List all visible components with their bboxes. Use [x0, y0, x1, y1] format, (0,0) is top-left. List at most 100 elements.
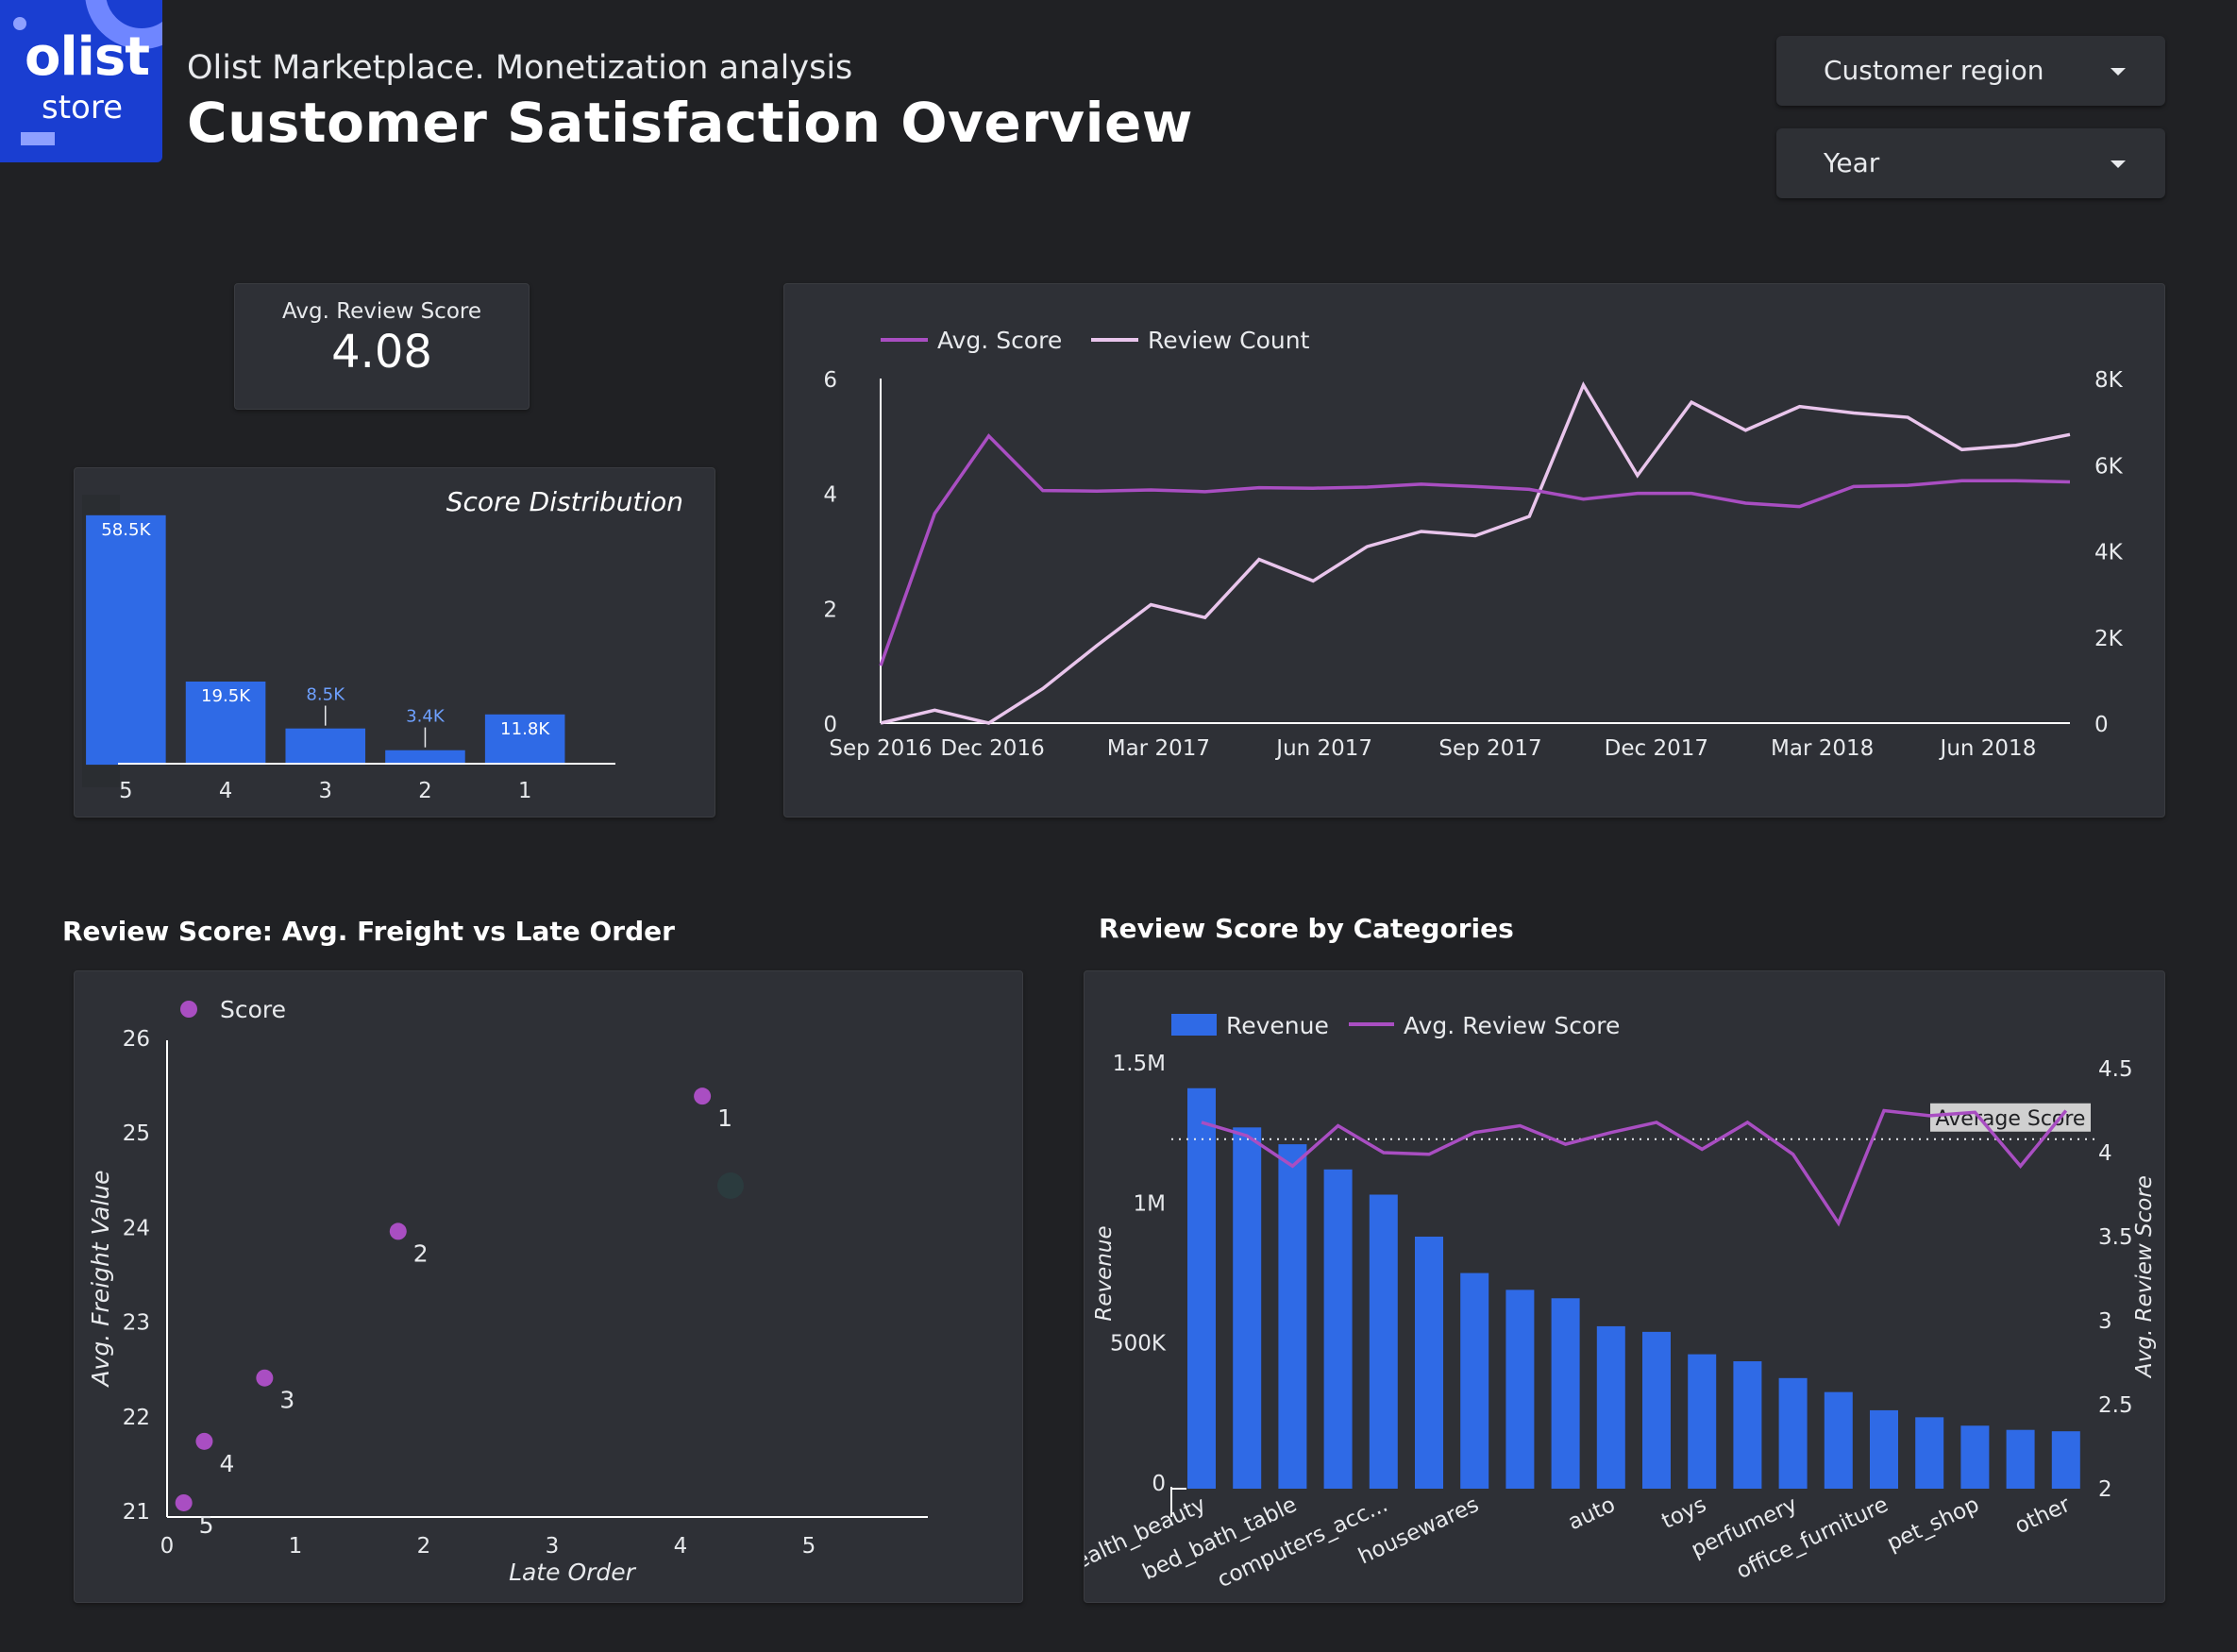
- x-tick-label: 1: [518, 779, 531, 803]
- logo-bar: [21, 132, 55, 145]
- y-tick-label: 500K: [1110, 1332, 1167, 1357]
- category-label: other: [2011, 1492, 2075, 1540]
- revenue-bar: [1778, 1377, 1808, 1489]
- scatter-point: [694, 1087, 712, 1105]
- revenue-bar: [1824, 1391, 1853, 1489]
- kpi-value: 4.08: [331, 326, 432, 379]
- point-label: 4: [219, 1450, 234, 1477]
- x-tick-label: Dec 2016: [940, 736, 1044, 761]
- data-label: 3.4K: [406, 707, 446, 727]
- data-label: 58.5K: [101, 520, 151, 540]
- data-label: 19.5K: [201, 686, 251, 706]
- olist-logo: olist store: [0, 0, 162, 162]
- scatter-point: [256, 1369, 274, 1387]
- x-tick-label: 1: [289, 1534, 303, 1559]
- revenue-bar: [1960, 1425, 1990, 1489]
- score-trend-panel: Avg. Score Review Count 0 2 4 6 0 2K 4K 6K 8K Sep…: [783, 283, 2165, 818]
- category-label: auto: [1564, 1492, 1619, 1535]
- section-title-scatter: Review Score: Avg. Freight vs Late Order: [62, 916, 675, 947]
- y-axis-label: Avg. Freight Value: [87, 1170, 114, 1388]
- scatter-point: [389, 1222, 407, 1240]
- revenue-bar: [1415, 1237, 1443, 1489]
- chevron-down-icon: [2111, 68, 2126, 76]
- revenue-bar: [1505, 1290, 1535, 1489]
- y-tick-label: 23: [123, 1311, 150, 1336]
- x-axis-label: Late Order: [509, 1559, 637, 1586]
- x-tick-label: 3: [319, 779, 332, 803]
- categories-chart: Revenue Avg. Review Score Revenue Avg. R…: [1059, 1012, 2157, 1593]
- chevron-down-icon: [2111, 160, 2126, 168]
- revenue-bar: [1460, 1273, 1489, 1489]
- y-tick-label: 4: [823, 483, 837, 508]
- point-label: 3: [279, 1387, 294, 1414]
- x-tick-label: Mar 2017: [1107, 736, 1210, 761]
- revenue-bar: [1915, 1417, 1944, 1489]
- legend: Avg. Score Review Count: [881, 327, 1310, 354]
- y-right-tick-label: 4: [2098, 1141, 2112, 1166]
- average-score-label: Average Score: [1936, 1107, 2086, 1131]
- y-tick-label: 1M: [1134, 1191, 1166, 1216]
- bar: [86, 514, 166, 766]
- kpi-avg-review-score: Avg. Review Score 4.08: [234, 283, 530, 410]
- legend-label: Score: [220, 996, 286, 1023]
- y-tick-label: 0: [1152, 1472, 1166, 1496]
- freight-vs-late-chart: Score Late Order Avg. Freight Value 0 1 23…: [87, 996, 928, 1586]
- score-distribution-chart: Score Distribution 58.5K 5 19.5K 4 8.5K 3 3.4K…: [82, 486, 683, 803]
- year-label: Year: [1824, 147, 1880, 178]
- y-right-tick-label: 2K: [2094, 627, 2124, 651]
- x-tick-label: 4: [219, 779, 232, 803]
- customer-region-filter[interactable]: Customer region: [1776, 36, 2165, 106]
- x-tick-label: Jun 2018: [1939, 736, 2037, 761]
- revenue-bar: [1688, 1354, 1717, 1489]
- y-right-tick-label: 8K: [2094, 368, 2124, 393]
- scatter-point: [175, 1493, 193, 1511]
- page-title: Customer Satisfaction Overview: [187, 91, 1193, 155]
- year-filter[interactable]: Year: [1776, 128, 2165, 198]
- revenue-bar: [1323, 1169, 1353, 1489]
- series-review-count: [880, 380, 2071, 725]
- x-tick-label: Dec 2017: [1605, 736, 1708, 761]
- data-label: 8.5K: [306, 684, 345, 704]
- x-tick-label: Jun 2017: [1274, 736, 1372, 761]
- score-distribution-panel: Score Distribution 58.5K 5 19.5K 4 8.5K 3 3.4K…: [74, 467, 715, 818]
- y-right-tick-label: 0: [2094, 713, 2109, 737]
- y-tick-label: 26: [123, 1027, 150, 1052]
- y-tick-label: 0: [823, 713, 837, 737]
- revenue-bar: [1278, 1144, 1307, 1489]
- y-tick-label: 25: [123, 1121, 150, 1146]
- legend-swatch-revenue: [1171, 1014, 1217, 1036]
- y-tick-label: 21: [123, 1500, 150, 1525]
- decorative-blob: [717, 1172, 744, 1199]
- x-tick-label: Sep 2016: [829, 736, 932, 761]
- legend-label: Avg. Score: [937, 327, 1062, 354]
- revenue-bar: [1596, 1325, 1625, 1489]
- x-tick-label: 4: [674, 1534, 688, 1559]
- y-right-tick-label: 4K: [2094, 541, 2124, 565]
- logo-subtext: store: [42, 89, 123, 126]
- categories-panel: Revenue Avg. Review Score Revenue Avg. R…: [1059, 970, 2165, 1603]
- data-label: 11.8K: [500, 719, 550, 739]
- legend-label: Review Count: [1148, 327, 1310, 354]
- x-tick-label: 0: [160, 1534, 175, 1559]
- legend-label: Revenue: [1226, 1012, 1329, 1039]
- y-right-tick-label: 6K: [2094, 454, 2124, 479]
- y-right-tick-label: 3: [2098, 1309, 2112, 1334]
- revenue-bar: [1187, 1087, 1216, 1489]
- x-tick-label: 3: [546, 1534, 560, 1559]
- logo-text: olist: [25, 26, 150, 88]
- x-tick-label: 2: [418, 779, 431, 803]
- category-label: toys: [1658, 1492, 1710, 1534]
- point-label: 1: [717, 1104, 732, 1132]
- y-axis-right-label: Avg. Review Score: [2132, 1175, 2157, 1379]
- y-axis-label: Revenue: [1092, 1225, 1117, 1321]
- x-tick-label: Mar 2018: [1771, 736, 1874, 761]
- y-right-tick-label: 3.5: [2098, 1225, 2133, 1250]
- category-label: office_furniture: [1733, 1492, 1892, 1584]
- y-tick-label: 2: [823, 598, 837, 622]
- x-tick-label: Sep 2017: [1438, 736, 1541, 761]
- point-label: 5: [199, 1511, 214, 1539]
- customer-region-label: Customer region: [1824, 55, 2044, 86]
- legend-swatch-score: [180, 1001, 197, 1018]
- y-right-tick-label: 2: [2098, 1477, 2112, 1502]
- section-title-categories: Review Score by Categories: [1099, 913, 1514, 944]
